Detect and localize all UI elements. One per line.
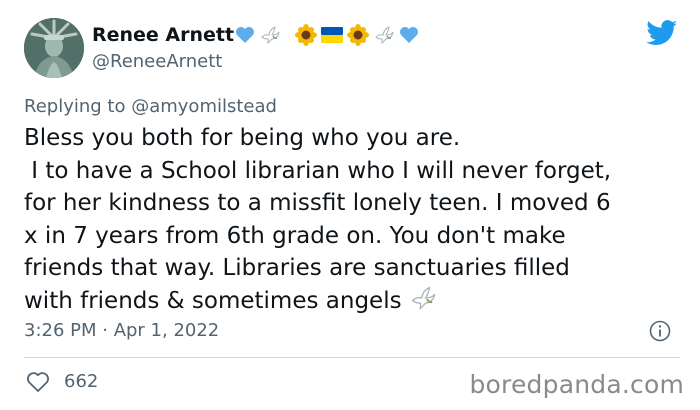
- heart-outline-icon[interactable]: [26, 371, 50, 393]
- avatar[interactable]: [24, 18, 84, 78]
- tweet-text-line: Bless you both for being who you are.: [24, 125, 461, 151]
- twitter-bird-icon[interactable]: [646, 20, 678, 46]
- blue-heart-icon: [236, 27, 255, 43]
- dove-icon: [375, 26, 394, 45]
- tweet-text-line: for her kindness to a missfit lonely tee…: [24, 190, 611, 216]
- divider: [24, 357, 680, 358]
- name-emojis: [235, 24, 419, 46]
- reply-prefix: Replying to: [24, 96, 126, 117]
- tweet-text-line: friends that way. Libraries are sanctuar…: [24, 255, 570, 281]
- statue-of-liberty-avatar-image: [24, 18, 84, 78]
- tweet-timestamp[interactable]: 3:26 PM · Apr 1, 2022: [24, 320, 219, 342]
- tweet-text: Bless you both for being who you are. I …: [24, 122, 684, 317]
- reply-to-handle[interactable]: @amyomilstead: [131, 96, 277, 117]
- like-count: 662: [64, 371, 99, 392]
- display-name[interactable]: Renee Arnett: [92, 23, 234, 47]
- display-name-row[interactable]: Renee Arnett: [92, 23, 419, 47]
- tweet-text-line: x in 7 years from 6th grade on. You don'…: [24, 222, 566, 249]
- dove-icon: [411, 286, 435, 310]
- sunflower-icon: [347, 24, 370, 46]
- tweet-text-line: with friends & sometimes angels: [24, 287, 402, 314]
- like-button[interactable]: 662: [26, 371, 98, 393]
- user-handle[interactable]: @ReneeArnett: [92, 51, 222, 73]
- watermark: boredpanda.com: [469, 370, 684, 399]
- info-icon[interactable]: [649, 320, 671, 342]
- sunflower-icon: [295, 24, 318, 46]
- tweet-text-line: I to have a School librarian who I will …: [24, 157, 612, 184]
- dove-icon: [261, 26, 280, 45]
- tweet-text-last-line: with friends & sometimes angels: [24, 285, 684, 318]
- blue-heart-icon: [400, 27, 419, 43]
- ukraine-flag-icon: [321, 27, 344, 43]
- replying-to-line: Replying to @amyomilstead: [24, 96, 277, 118]
